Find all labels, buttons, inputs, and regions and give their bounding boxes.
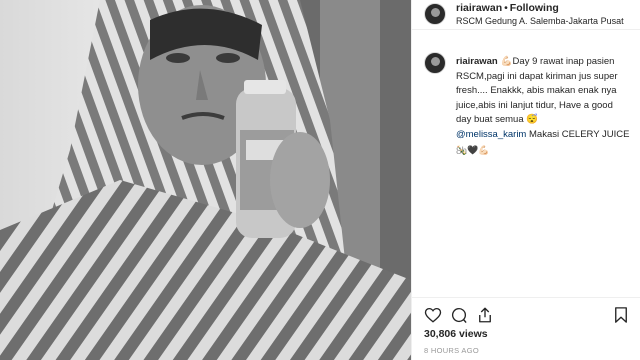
- caption-line: day buat semua 😴: [456, 114, 539, 126]
- caption-line: 💪🏻Day 9 rawat inap pasien: [500, 56, 615, 67]
- post-header: riairawan • Following RSCM Gedung A. Salem…: [412, 0, 640, 30]
- caption-avatar[interactable]: [424, 52, 446, 74]
- caption-line: RSCM,pagi ini dapat kiriman jus super: [456, 70, 618, 82]
- caption-line: Makasi CELERY JUICE: [526, 128, 630, 140]
- photo-woman-with-juice: [0, 0, 411, 360]
- header-title: riairawan • Following: [456, 2, 559, 14]
- post-image[interactable]: [0, 0, 411, 360]
- avatar[interactable]: [424, 3, 446, 25]
- share-icon[interactable]: [476, 306, 494, 324]
- location-link[interactable]: RSCM Gedung A. Salemba-Jakarta Pusat: [456, 16, 624, 26]
- heart-icon[interactable]: [424, 306, 442, 324]
- bookmark-icon[interactable]: [612, 306, 630, 324]
- follow-button[interactable]: Following: [510, 2, 559, 14]
- caption-line: fresh.... Enakkk, abis makan enak nya: [456, 85, 617, 97]
- caption-username[interactable]: riairawan: [456, 56, 498, 67]
- caption-line: juice,abis ini lanjut tidur, Have a good: [456, 99, 613, 111]
- action-bar: [412, 297, 640, 327]
- mention-link[interactable]: @melissa_karim: [456, 129, 526, 140]
- caption-text: riairawan 💪🏻Day 9 rawat inap pasien RSCM,…: [456, 55, 634, 158]
- post-timestamp[interactable]: 8 HOURS AGO: [424, 346, 479, 355]
- separator-dot: •: [504, 2, 508, 14]
- comment-icon[interactable]: [450, 306, 468, 324]
- username-link[interactable]: riairawan: [456, 2, 502, 14]
- post-details-panel: riairawan • Following RSCM Gedung A. Salem…: [411, 0, 640, 360]
- comment-timestamp[interactable]: 8h: [456, 146, 467, 157]
- view-count[interactable]: 30,806 views: [424, 328, 488, 340]
